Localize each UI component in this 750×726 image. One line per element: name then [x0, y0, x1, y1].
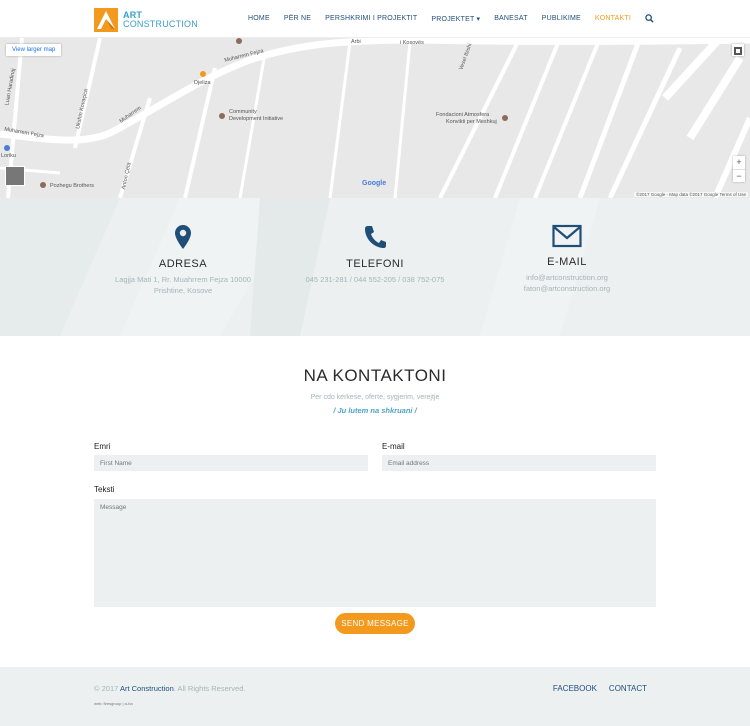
map-pin-icon	[175, 225, 191, 249]
nav-projektet[interactable]: PROJEKTET ▾	[431, 15, 480, 23]
phone-block: TELEFONI 045 231-281 / 044 552-205 / 038…	[275, 198, 475, 285]
map-label-djeliza: Djeliza	[194, 80, 211, 86]
nav-banesat[interactable]: BANESAT	[494, 15, 528, 22]
logo-line-2: CONSTRUCTION	[123, 19, 198, 29]
zoom-out-button[interactable]: −	[733, 169, 745, 182]
map-poi-community[interactable]	[219, 113, 225, 119]
email-title: E-MAIL	[547, 256, 587, 268]
message-label: Teksti	[94, 485, 115, 494]
main-nav: HOME PËR NE PERSHKRIMI I PROJEKTIT PROJE…	[234, 14, 654, 23]
map-poi-loriku[interactable]	[4, 145, 10, 151]
view-larger-map-button[interactable]: View larger map	[6, 44, 62, 56]
fullscreen-icon[interactable]	[732, 44, 744, 56]
phone-numbers[interactable]: 045 231-281 / 044 552-205 / 038 752-075	[275, 274, 475, 285]
email-label: E-mail	[382, 442, 405, 451]
copyright-brand[interactable]: Art Construction	[120, 684, 174, 693]
map-label-konvikti: Konvikti per Meshkuj	[446, 119, 497, 125]
site-footer: © 2017 Art Construction. All Rights Rese…	[0, 667, 750, 726]
contact-subtitle: Per cdo kerkese, oferte, sygjerim, verej…	[310, 394, 440, 401]
search-icon[interactable]	[645, 14, 654, 23]
contact-title: NA KONTAKTONI	[303, 366, 447, 385]
site-header: ART CONSTRUCTION HOME PËR NE PERSHKRIMI …	[0, 0, 750, 38]
address-block: ADRESA Lagjja Mati 1, Rr. Muahrrem Fejza…	[83, 198, 283, 296]
email-line-2[interactable]: faton@artconstruction.org	[467, 283, 667, 294]
web-credit[interactable]: web: firesgroup | a-ha	[94, 701, 133, 706]
map-label-fondacion: Fondacioni Atmosfera	[436, 112, 490, 118]
send-message-button[interactable]: SEND MESSAGE	[335, 613, 415, 634]
address-title: ADRESA	[158, 258, 208, 270]
address-line-2: Prishtine, Kosove	[153, 286, 213, 295]
map-label-development: Development Initiative	[229, 116, 284, 122]
address-line-1: Lagjja Mati 1, Rr. Muahrrem Fejza 10000	[115, 275, 251, 284]
nav-home[interactable]: HOME	[248, 15, 270, 22]
nav-per-ne[interactable]: PËR NE	[284, 15, 311, 22]
map-label-kosoves: i Kosovës	[400, 40, 424, 46]
location-map[interactable]: View larger map Muharrem Fejza Muharrem …	[0, 38, 750, 198]
site-logo[interactable]: ART CONSTRUCTION	[94, 8, 198, 32]
map-streets	[0, 38, 750, 198]
copyright-suffix: . All Rights Reserved.	[173, 684, 246, 693]
street-view-thumbnail[interactable]	[5, 166, 25, 186]
zoom-in-button[interactable]: +	[733, 156, 745, 169]
email-field[interactable]	[382, 455, 656, 471]
copyright-prefix: © 2017	[94, 684, 119, 693]
phone-title: TELEFONI	[346, 258, 404, 270]
contact-form-section: NA KONTAKTONI Per cdo kerkese, oferte, s…	[0, 336, 750, 667]
map-zoom-controls: + −	[733, 156, 745, 182]
nav-pershkrimi[interactable]: PERSHKRIMI I PROJEKTIT	[325, 15, 417, 22]
map-poi-top[interactable]	[236, 38, 242, 44]
contact-info-section: ADRESA Lagjja Mati 1, Rr. Muahrrem Fejza…	[0, 198, 750, 336]
email-line-1[interactable]: info@artconstruction.org	[467, 272, 667, 283]
footer-link-contact[interactable]: CONTACT	[609, 684, 647, 693]
map-attribution[interactable]: ©2017 Google - Map data ©2017 Google Ter…	[634, 192, 748, 197]
google-logo: Google	[362, 180, 387, 187]
map-poi-fondacion[interactable]	[502, 115, 508, 121]
nav-kontakti[interactable]: KONTAKTI	[595, 15, 631, 22]
contact-subtitle-2: / Ju lutem na shkruani /	[333, 406, 417, 415]
phone-icon	[365, 226, 386, 248]
name-field[interactable]	[94, 455, 368, 471]
copyright: © 2017 Art Construction. All Rights Rese…	[94, 684, 245, 693]
map-poi-djeliza[interactable]	[200, 71, 206, 77]
message-field[interactable]	[94, 499, 656, 607]
footer-link-facebook[interactable]: FACEBOOK	[553, 684, 597, 693]
map-label-loriku: Loriku	[1, 153, 16, 159]
email-block: E-MAIL info@artconstruction.org faton@ar…	[467, 198, 667, 294]
logo-text: ART CONSTRUCTION	[123, 11, 198, 29]
map-label-pozhegu: Pozhegu Brothers	[50, 183, 95, 189]
map-poi-pozhegu[interactable]	[40, 182, 46, 188]
name-label: Emri	[94, 442, 111, 451]
envelope-icon	[552, 224, 582, 248]
map-label-arbi: Arbi	[351, 39, 361, 45]
map-label-community: Community	[229, 109, 257, 115]
footer-links: FACEBOOK CONTACT	[541, 684, 647, 693]
logo-mark-icon	[94, 8, 118, 32]
nav-publikime[interactable]: PUBLIKIME	[542, 15, 581, 22]
